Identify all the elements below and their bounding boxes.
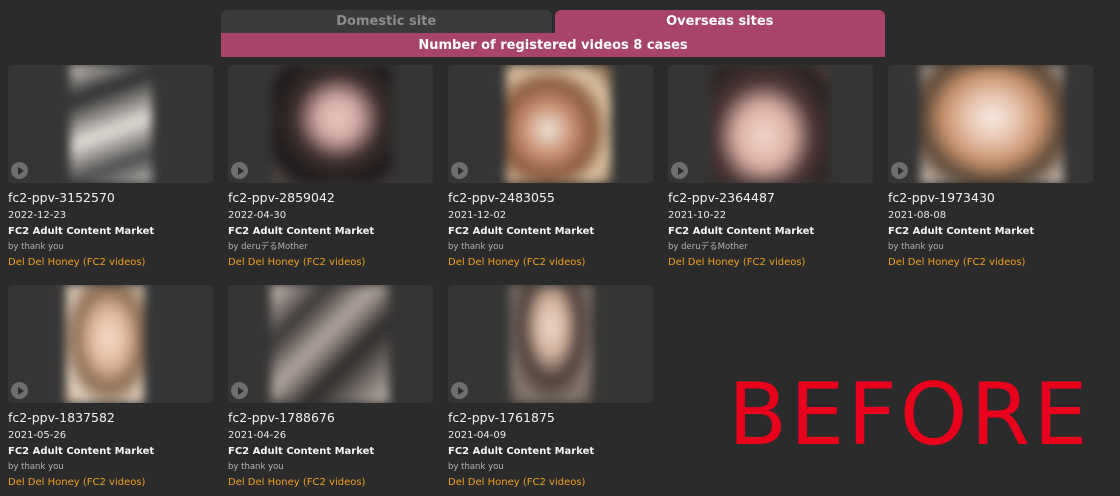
video-thumbnail[interactable] [448, 285, 653, 403]
video-market: FC2 Adult Content Market [8, 226, 155, 237]
thumbnail-image [510, 285, 592, 403]
video-card[interactable]: fc2-ppv-1761875 2021-04-09 FC2 Adult Con… [448, 285, 653, 490]
play-icon[interactable] [231, 382, 248, 399]
video-author: by deruデるMother [668, 242, 748, 252]
thumbnail-image [271, 285, 389, 403]
video-source-link[interactable]: Del Del Honey (FC2 videos) [448, 256, 653, 270]
video-market: FC2 Adult Content Market [668, 226, 815, 237]
site-tabs: Domestic site Overseas sites [221, 10, 885, 33]
video-market: FC2 Adult Content Market [448, 446, 595, 457]
video-author: by thank you [228, 462, 284, 472]
video-date: 2021-08-08 [888, 210, 947, 221]
video-market: FC2 Adult Content Market [228, 226, 375, 237]
video-title[interactable]: fc2-ppv-1761875 [448, 409, 653, 427]
video-card[interactable]: fc2-ppv-1837582 2021-05-26 FC2 Adult Con… [8, 285, 213, 490]
play-icon[interactable] [11, 382, 28, 399]
video-author: by deruデるMother [228, 242, 308, 252]
page: Domestic site Overseas sites Number of r… [0, 0, 1120, 496]
thumbnail-image [921, 65, 1063, 183]
video-source-link[interactable]: Del Del Honey (FC2 videos) [228, 476, 433, 490]
video-thumbnail[interactable] [668, 65, 873, 183]
thumbnail-image [66, 285, 144, 403]
video-card[interactable]: fc2-ppv-2859042 2022-04-30 FC2 Adult Con… [228, 65, 433, 270]
video-thumbnail[interactable] [228, 285, 433, 403]
tab-domestic-site[interactable]: Domestic site [221, 10, 552, 33]
video-thumbnail[interactable] [8, 65, 213, 183]
thumbnail-image [506, 65, 611, 183]
video-source-link[interactable]: Del Del Honey (FC2 videos) [228, 256, 433, 270]
video-thumbnail[interactable] [8, 285, 213, 403]
video-market: FC2 Adult Content Market [448, 226, 595, 237]
video-source-link[interactable]: Del Del Honey (FC2 videos) [448, 476, 653, 490]
video-author: by thank you [448, 242, 504, 252]
play-icon[interactable] [891, 162, 908, 179]
play-icon[interactable] [451, 382, 468, 399]
video-title[interactable]: fc2-ppv-1973430 [888, 189, 1093, 207]
video-date: 2021-12-02 [448, 210, 507, 221]
video-card[interactable]: fc2-ppv-1788676 2021-04-26 FC2 Adult Con… [228, 285, 433, 490]
tab-overseas-sites[interactable]: Overseas sites [554, 10, 885, 33]
thumbnail-image [70, 65, 152, 183]
video-author: by thank you [8, 462, 64, 472]
video-author: by thank you [888, 242, 944, 252]
video-card[interactable]: fc2-ppv-2364487 2021-10-22 FC2 Adult Con… [668, 65, 873, 270]
video-date: 2022-12-23 [8, 210, 67, 221]
play-icon[interactable] [11, 162, 28, 179]
video-thumbnail[interactable] [228, 65, 433, 183]
video-thumbnail[interactable] [448, 65, 653, 183]
video-date: 2022-04-30 [228, 210, 287, 221]
video-author: by thank you [448, 462, 504, 472]
video-date: 2021-05-26 [8, 430, 67, 441]
video-source-link[interactable]: Del Del Honey (FC2 videos) [8, 256, 213, 270]
video-market: FC2 Adult Content Market [8, 446, 155, 457]
video-thumbnail[interactable] [888, 65, 1093, 183]
video-source-link[interactable]: Del Del Honey (FC2 videos) [888, 256, 1093, 270]
play-icon[interactable] [671, 162, 688, 179]
video-source-link[interactable]: Del Del Honey (FC2 videos) [8, 476, 213, 490]
thumbnail-image [273, 65, 391, 183]
registered-videos-count: Number of registered videos 8 cases [221, 33, 885, 57]
video-market: FC2 Adult Content Market [888, 226, 1035, 237]
video-title[interactable]: fc2-ppv-1788676 [228, 409, 433, 427]
video-title[interactable]: fc2-ppv-2859042 [228, 189, 433, 207]
video-title[interactable]: fc2-ppv-3152570 [8, 189, 213, 207]
play-icon[interactable] [451, 162, 468, 179]
video-source-link[interactable]: Del Del Honey (FC2 videos) [668, 256, 873, 270]
video-title[interactable]: fc2-ppv-2483055 [448, 189, 653, 207]
video-date: 2021-04-09 [448, 430, 507, 441]
video-date: 2021-04-26 [228, 430, 287, 441]
video-title[interactable]: fc2-ppv-2364487 [668, 189, 873, 207]
video-author: by thank you [8, 242, 64, 252]
video-card[interactable]: fc2-ppv-3152570 2022-12-23 FC2 Adult Con… [8, 65, 213, 270]
play-icon[interactable] [231, 162, 248, 179]
video-market: FC2 Adult Content Market [228, 446, 375, 457]
video-card[interactable]: fc2-ppv-1973430 2021-08-08 FC2 Adult Con… [888, 65, 1093, 270]
video-title[interactable]: fc2-ppv-1837582 [8, 409, 213, 427]
thumbnail-image [712, 65, 828, 183]
video-date: 2021-10-22 [668, 210, 727, 221]
before-watermark: BEFORE [728, 365, 1091, 465]
video-card[interactable]: fc2-ppv-2483055 2021-12-02 FC2 Adult Con… [448, 65, 653, 270]
